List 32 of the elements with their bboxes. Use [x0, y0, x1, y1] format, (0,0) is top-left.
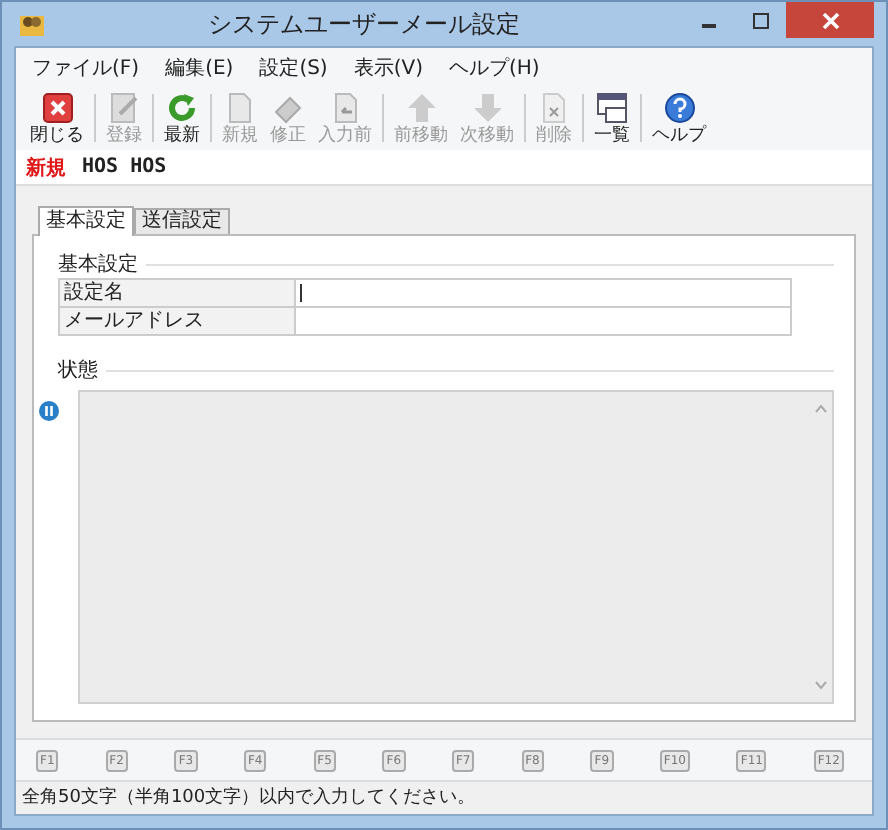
menu-item[interactable]: 編集(E) — [165, 54, 234, 80]
status-message: 全角50文字（半角100文字）以内で入力してください。 — [16, 780, 872, 814]
minimize-icon — [701, 23, 715, 27]
down-arrow-icon — [469, 89, 505, 125]
section-title: 基本設定 — [58, 251, 138, 278]
field-label: メールアドレス — [60, 308, 294, 334]
mode-label: 新規 — [26, 154, 66, 181]
pause-icon — [38, 400, 60, 422]
app-icon — [18, 10, 46, 38]
toolbar-button[interactable]: 最新 — [158, 89, 206, 147]
menu-item[interactable]: 表示(V) — [353, 54, 423, 80]
window-title: システムユーザーメール設定 — [206, 7, 522, 41]
pencil-page-icon — [106, 89, 142, 125]
scroll-down-icon[interactable] — [814, 680, 828, 690]
scroll-up-icon[interactable] — [814, 404, 828, 414]
record-label: HOS HOS — [82, 156, 167, 178]
tab[interactable]: 基本設定 — [38, 206, 134, 236]
toolbar-button[interactable]: 一覧 — [588, 89, 636, 147]
toolbar-button[interactable]: 閉じる — [24, 89, 90, 147]
menu-item[interactable]: ヘルプ(H) — [449, 54, 540, 80]
close-icon — [821, 11, 839, 29]
toolbar-button[interactable]: ヘルプ — [646, 89, 712, 147]
refresh-icon — [164, 89, 200, 125]
maximize-icon — [751, 11, 769, 29]
menu-item[interactable]: ファイル(F) — [32, 54, 140, 80]
tab[interactable]: 送信設定 — [134, 208, 230, 234]
status-text-area[interactable] — [78, 390, 834, 704]
field-label: 設定名 — [60, 280, 294, 306]
menu-item[interactable]: 設定(S) — [259, 54, 328, 80]
up-arrow-icon — [403, 89, 439, 125]
section-title: 状態 — [58, 357, 98, 384]
close-button[interactable] — [786, 2, 874, 38]
